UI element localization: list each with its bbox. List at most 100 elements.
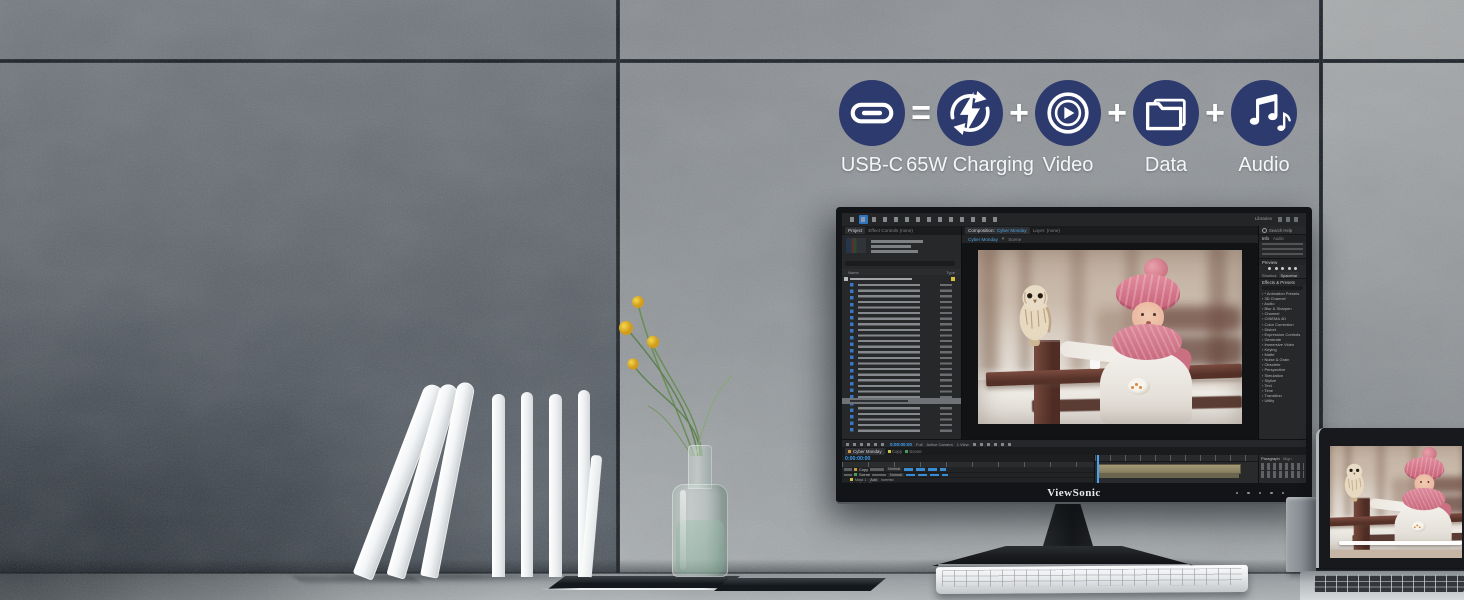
feature-label: USB-C	[841, 154, 903, 177]
project-file-list[interactable]	[844, 283, 959, 433]
feature-charging: 65W Charging	[937, 80, 1003, 177]
preview-photo	[978, 250, 1242, 424]
column-type[interactable]: Type	[946, 270, 955, 275]
ae-toolbar[interactable]: Libraries	[842, 213, 1306, 227]
video-progress-bar[interactable]	[1339, 541, 1462, 546]
project-search-input[interactable]	[845, 261, 955, 266]
feature-label: Data	[1145, 154, 1187, 177]
laptop-video-preview[interactable]	[1330, 446, 1462, 558]
libraries-label[interactable]: Libraries	[1255, 216, 1272, 221]
blend-mode-dropdown[interactable]: Normal	[888, 473, 904, 477]
osd-buttons[interactable]	[1236, 492, 1285, 495]
ae-tool-icons[interactable]	[850, 217, 1000, 222]
timeline-ruler[interactable]	[1095, 455, 1258, 483]
laptop-keyboard-deck	[1300, 571, 1464, 600]
usb-feature-banner: USB-C = 65W Charging + Video +	[839, 80, 1297, 177]
paragraph-align-panel[interactable]: Paragraph Align	[1258, 455, 1306, 483]
project-item-preview	[845, 237, 958, 259]
feature-data: Data	[1133, 80, 1199, 177]
tab-effect-controls[interactable]: Effect Controls (none)	[868, 228, 913, 233]
comp-breadcrumb-scene[interactable]: Scene	[1008, 237, 1021, 242]
tab-paragraph[interactable]: Paragraph	[1261, 456, 1280, 461]
feature-usbc: USB-C	[839, 80, 905, 177]
laptop-keys[interactable]	[1314, 575, 1464, 592]
viewer-icons[interactable]	[973, 443, 1013, 446]
book-spine	[492, 394, 504, 577]
timeline-timecode[interactable]: 0:00:00:00	[845, 456, 870, 462]
folder-icon	[844, 277, 848, 281]
shortcut-dropdown[interactable]: Spacebar	[1279, 272, 1300, 278]
blend-mode-dropdown[interactable]: Normal	[886, 467, 902, 471]
preview-photo	[1330, 446, 1462, 550]
composition-viewer[interactable]	[962, 243, 1258, 439]
viewer-timecode[interactable]: 0:00:00:00	[890, 442, 912, 447]
search-icon	[1262, 228, 1267, 233]
plus-sign: +	[1203, 80, 1227, 146]
tab-info[interactable]: Info	[1262, 236, 1269, 241]
laptop-screen	[1316, 428, 1464, 572]
tab-composition[interactable]: Composition: Cyber Monday	[965, 227, 1030, 234]
effects-presets-header[interactable]: Effects & Presets	[1259, 278, 1306, 285]
feature-video: Video	[1035, 80, 1101, 177]
item-thumbnail	[846, 238, 866, 253]
book-stack	[478, 388, 590, 577]
comp-breadcrumb[interactable]: Cyber Monday	[968, 237, 998, 242]
charging-icon	[937, 80, 1003, 146]
video-icon	[1035, 80, 1101, 146]
timeline-tab-active[interactable]: Cyber Monday	[845, 448, 885, 455]
layer-duration-bar[interactable]	[1097, 473, 1239, 478]
paragraph-buttons[interactable]	[1261, 471, 1304, 478]
view-count-dropdown[interactable]: 1 View	[957, 442, 969, 447]
ae-timeline-panel[interactable]: Cyber Monday Copy Scene 0:00:00:00	[842, 447, 1306, 483]
playhead[interactable]	[1097, 455, 1099, 483]
keyboard-keys[interactable]	[942, 568, 1242, 587]
vase-highlight	[680, 490, 686, 570]
tab-align[interactable]: Align	[1283, 456, 1292, 461]
preview-transport-buttons[interactable]	[1259, 265, 1306, 272]
effect-category-list[interactable]: › * Animation Presets › 3D Channel › Aud…	[1262, 291, 1306, 403]
yellow-flowers	[608, 288, 736, 458]
equals-sign: =	[909, 80, 933, 146]
shortcut-label: Shortcut	[1262, 273, 1277, 278]
tab-audio[interactable]: Audio	[1273, 236, 1284, 241]
mask-mode-dropdown[interactable]: Add	[868, 478, 879, 482]
hero-scene: USB-C = 65W Charging + Video +	[0, 0, 1464, 600]
desk-tray-edge	[540, 588, 744, 590]
usb-c-icon	[839, 80, 905, 146]
in-out-values	[904, 468, 946, 471]
view-dropdown[interactable]: Active Camera	[926, 442, 952, 447]
workspace-icons[interactable]	[1278, 217, 1300, 222]
ae-panels: Project Effect Controls (none) Name Type	[842, 226, 1306, 439]
column-name[interactable]: Name	[848, 270, 859, 275]
project-folder-row[interactable]	[844, 276, 959, 282]
search-help[interactable]: Search Help	[1259, 226, 1306, 235]
label-swatch	[951, 277, 955, 281]
ae-composition-panel[interactable]: Composition: Cyber Monday Layer: (none) …	[962, 226, 1258, 439]
selected-file-row[interactable]	[842, 398, 961, 404]
caret-icon: ▾	[1002, 236, 1004, 242]
info-readout	[1262, 243, 1303, 257]
desktop-keyboard[interactable]	[936, 565, 1248, 594]
tab-layer[interactable]: Layer: (none)	[1033, 228, 1060, 233]
layer-duration-bar[interactable]	[1097, 464, 1241, 474]
timeline-tab[interactable]: Scene	[905, 449, 922, 454]
book-spine	[521, 392, 533, 577]
ae-right-panel[interactable]: Search Help Info Audio Preview Shortcut …	[1258, 226, 1306, 439]
timeline-tab[interactable]: Copy	[888, 449, 902, 454]
time-ruler[interactable]	[1095, 455, 1258, 462]
folder-name	[850, 278, 912, 281]
feature-label: 65W Charging	[906, 154, 1034, 177]
preview-panel-header[interactable]: Preview	[1259, 258, 1306, 265]
ae-project-panel[interactable]: Project Effect Controls (none) Name Type	[842, 226, 962, 439]
in-out-values	[906, 474, 948, 477]
resolution-dropdown[interactable]: Full	[916, 442, 922, 447]
viewsonic-logo: ViewSonic	[1047, 487, 1101, 499]
desk-tray	[714, 578, 886, 591]
audio-icon	[1231, 80, 1297, 146]
panel-icons[interactable]	[846, 443, 886, 446]
paragraph-buttons[interactable]	[1261, 463, 1304, 470]
feature-audio: Audio	[1231, 80, 1297, 177]
tab-project[interactable]: Project	[845, 227, 865, 234]
effects-search-input[interactable]	[1262, 286, 1303, 290]
plus-sign: +	[1007, 80, 1031, 146]
